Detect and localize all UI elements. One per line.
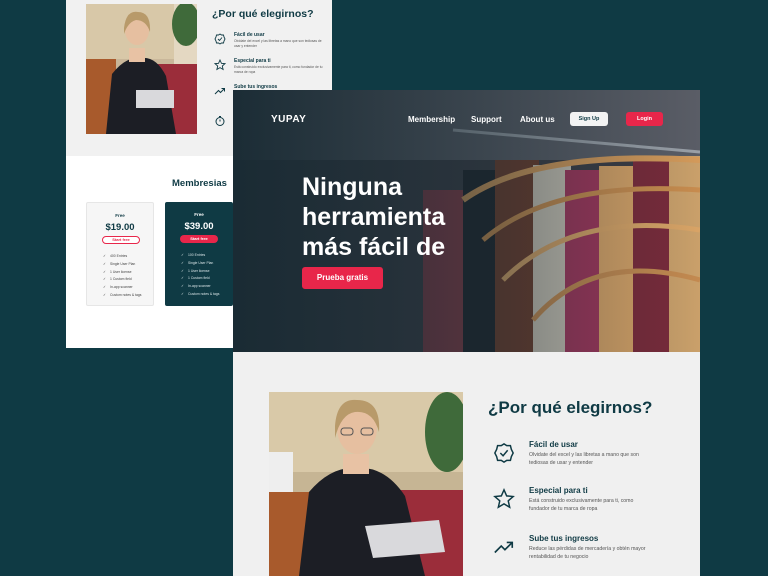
check-icon: ✓	[103, 261, 106, 266]
memberships-title: Membresias	[172, 178, 227, 189]
trending-up-icon	[214, 88, 225, 95]
check-icon: ✓	[103, 277, 106, 282]
feature-desc: Reduce las pérdidas de mercadería y obté…	[529, 546, 646, 560]
plan-start-button[interactable]: Start free	[180, 235, 218, 243]
check-icon: ✓	[181, 291, 184, 296]
trending-up-icon	[494, 541, 514, 554]
check-icon: ✓	[181, 260, 184, 265]
plan-feature-item: ✓ Custom notes & tags	[181, 291, 219, 299]
check-icon: ✓	[181, 284, 184, 289]
nav-support[interactable]: Support	[471, 115, 502, 124]
plan-price: $19.00	[105, 222, 135, 233]
check-icon: ✓	[181, 253, 184, 257]
badge-check-icon	[494, 442, 514, 464]
nav-membership[interactable]: Membership	[408, 115, 455, 124]
plan-feature-item: ✓ 100 Entries	[181, 252, 219, 260]
badge-check-icon	[214, 33, 226, 45]
check-icon: ✓	[103, 292, 106, 297]
plan-feature-item: ✓ 400 Entries	[103, 253, 141, 261]
feature-desc: Olvidate del excel y las libretas a mano…	[529, 452, 639, 466]
plan-name: Free	[194, 212, 204, 217]
nav-about-us[interactable]: About us	[520, 115, 555, 124]
plan-feature-item: ✓ Single User Plan	[181, 260, 219, 268]
plan-feature-item: ✓ In-app scanner	[181, 283, 219, 291]
plan-feature-list: ✓ 100 Entries ✓ Single User Plan ✓ 1 User l…	[181, 252, 219, 299]
check-icon: ✓	[181, 276, 184, 281]
feature-title: Especial para ti	[529, 486, 588, 495]
back-feature-title: Fácil de usar	[234, 32, 265, 38]
plan-name: Free	[115, 213, 125, 218]
check-icon: ✓	[181, 268, 184, 273]
star-icon	[493, 488, 515, 509]
check-icon: ✓	[103, 269, 106, 274]
yupay-logo[interactable]: YUPAY	[271, 114, 306, 125]
hero-section: YUPAY Membership Support About us Sign U…	[233, 90, 700, 352]
plan-feature-item: ✓ 1 Custom field	[181, 275, 219, 283]
back-feature-desc: Está construido exclusivamente para ti, …	[234, 65, 323, 74]
back-why-title: ¿Por qué elegirnos?	[212, 8, 314, 20]
plan-card-basic: Free $19.00 Start free ✓ 400 Entries ✓ Sin…	[86, 202, 154, 306]
plan-card-pro: Free $39.00 Start free ✓ 100 Entries ✓ Sin…	[165, 202, 233, 306]
plan-price: $39.00	[184, 221, 214, 232]
back-feature-title: Especial para ti	[234, 58, 271, 64]
sign-up-button[interactable]: Sign Up	[570, 112, 608, 126]
check-icon: ✓	[103, 254, 106, 258]
plan-feature-item: ✓ 1 User license	[103, 269, 141, 277]
plan-feature-item: ✓ 1 User license	[181, 268, 219, 276]
woman-laptop-photo	[269, 392, 463, 576]
back-woman-laptop-photo	[86, 4, 197, 134]
try-free-button[interactable]: Prueba gratis	[302, 267, 383, 289]
plan-feature-item: ✓ 1 Custom field	[103, 276, 141, 284]
check-icon: ✓	[103, 285, 106, 290]
login-button[interactable]: Login	[626, 112, 663, 126]
feature-desc: Está construido exclusivamente para ti, …	[529, 498, 634, 512]
plan-feature-item: ✓ Custom notes & tags	[103, 292, 141, 300]
why-choose-us-title: ¿Por qué elegirnos?	[488, 398, 653, 417]
stopwatch-icon	[215, 116, 225, 126]
back-feature-desc: Olvidate del excel y las libretas a mano…	[234, 39, 322, 48]
star-icon	[214, 59, 226, 71]
plan-feature-item: ✓ Single User Plan	[103, 261, 141, 269]
feature-title: Sube tus ingresos	[529, 534, 599, 543]
plan-start-button[interactable]: Start free	[102, 236, 140, 244]
plan-feature-item: ✓ In-app scanner	[103, 284, 141, 292]
feature-title: Fácil de usar	[529, 440, 578, 449]
plan-feature-list: ✓ 400 Entries ✓ Single User Plan ✓ 1 User l…	[103, 253, 141, 300]
front-page-preview: YUPAY Membership Support About us Sign U…	[233, 90, 700, 576]
